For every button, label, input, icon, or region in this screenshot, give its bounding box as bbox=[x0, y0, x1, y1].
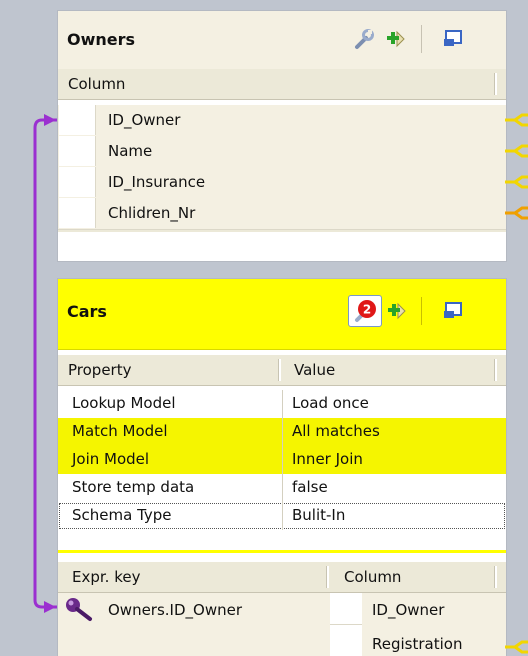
table-row-children-nr[interactable]: Chlidren_Nr bbox=[58, 198, 506, 230]
value-column-header: Value bbox=[294, 361, 336, 379]
property-name: Schema Type bbox=[72, 506, 172, 524]
minimize-window-icon[interactable] bbox=[439, 26, 467, 52]
property-column-header: Property bbox=[68, 361, 132, 379]
property-value[interactable]: Load once bbox=[292, 394, 369, 412]
owners-title-bar: Owners bbox=[58, 11, 506, 70]
row-selector[interactable] bbox=[59, 105, 96, 135]
property-name: Match Model bbox=[72, 422, 168, 440]
cell-divider bbox=[282, 418, 283, 446]
property-value[interactable]: All matches bbox=[292, 422, 380, 440]
output-link-connector[interactable] bbox=[505, 113, 528, 127]
row-label: ID_Owner bbox=[108, 111, 181, 129]
cell-divider bbox=[282, 474, 283, 502]
toolbar-separator bbox=[421, 297, 422, 325]
row-label: Chlidren_Nr bbox=[108, 204, 196, 222]
property-value[interactable]: Inner Join bbox=[292, 450, 363, 468]
cell-divider bbox=[282, 446, 283, 474]
error-count-badge: 2 bbox=[363, 303, 371, 317]
property-value[interactable]: Bulit-In bbox=[292, 506, 345, 524]
output-link-connector[interactable] bbox=[505, 640, 528, 654]
property-name: Join Model bbox=[72, 450, 150, 468]
cars-title-bar: Cars 2 bbox=[58, 279, 506, 350]
owners-title: Owners bbox=[67, 30, 136, 49]
property-name: Lookup Model bbox=[72, 394, 176, 412]
toolbar-separator bbox=[421, 25, 422, 53]
row-label: Name bbox=[108, 142, 153, 160]
table-row-name[interactable]: Name bbox=[58, 136, 506, 168]
column-column-header: Column bbox=[344, 568, 402, 586]
section-separator bbox=[58, 550, 506, 553]
header-divider bbox=[494, 73, 497, 95]
column-name: ID_Owner bbox=[372, 601, 445, 619]
cell-divider bbox=[282, 390, 283, 418]
property-name: Store temp data bbox=[72, 478, 195, 496]
header-divider bbox=[494, 359, 497, 381]
table-bottom-strip bbox=[58, 230, 506, 232]
row-selector[interactable] bbox=[59, 198, 96, 228]
property-row-store-temp-data[interactable]: Store temp data false bbox=[58, 474, 506, 502]
table-row-id-insurance[interactable]: ID_Insurance bbox=[58, 167, 506, 199]
row-selector[interactable] bbox=[330, 593, 362, 625]
column-name: Registration bbox=[372, 635, 463, 653]
owners-table-panel: Owners Column ID_Owner Name ID_Insurance… bbox=[57, 10, 507, 262]
error-badge-icon[interactable]: 2 bbox=[348, 295, 382, 327]
expr-key-column-header: Expr. key bbox=[72, 568, 141, 586]
output-link-connector[interactable] bbox=[505, 206, 528, 220]
owners-column-header: Column bbox=[58, 69, 506, 100]
cars-table-panel: Cars 2 Property Value Lookup Model Load … bbox=[57, 278, 507, 656]
row-selector[interactable] bbox=[59, 136, 96, 166]
join-link-line bbox=[33, 114, 57, 613]
expr-key-header: Expr. key Column bbox=[58, 562, 506, 593]
column-header-label: Column bbox=[68, 75, 126, 93]
table-row-id-owner[interactable]: ID_Owner bbox=[58, 105, 506, 137]
row-label: ID_Insurance bbox=[108, 173, 206, 191]
header-divider bbox=[494, 566, 497, 588]
property-value[interactable]: false bbox=[292, 478, 328, 496]
property-row-join-model[interactable]: Join Model Inner Join bbox=[58, 446, 506, 474]
expr-key-value[interactable]: Owners.ID_Owner bbox=[108, 601, 242, 619]
wrench-icon[interactable] bbox=[350, 26, 378, 52]
add-input-icon[interactable] bbox=[384, 298, 412, 324]
property-row-schema-type[interactable]: Schema Type Bulit-In bbox=[58, 502, 506, 530]
key-icon bbox=[64, 596, 94, 626]
cars-title: Cars bbox=[67, 302, 107, 321]
header-divider bbox=[326, 566, 329, 588]
add-input-icon[interactable] bbox=[383, 26, 411, 52]
row-selector[interactable] bbox=[59, 167, 96, 197]
properties-header: Property Value bbox=[58, 355, 506, 386]
property-row-match-model[interactable]: Match Model All matches bbox=[58, 418, 506, 446]
minimize-window-icon[interactable] bbox=[439, 298, 467, 324]
cell-divider bbox=[282, 502, 283, 530]
row-selector[interactable] bbox=[330, 625, 362, 656]
header-divider bbox=[278, 359, 281, 381]
output-link-connector[interactable] bbox=[505, 175, 528, 189]
property-row-lookup-model[interactable]: Lookup Model Load once bbox=[58, 390, 506, 418]
output-link-connector[interactable] bbox=[505, 144, 528, 158]
